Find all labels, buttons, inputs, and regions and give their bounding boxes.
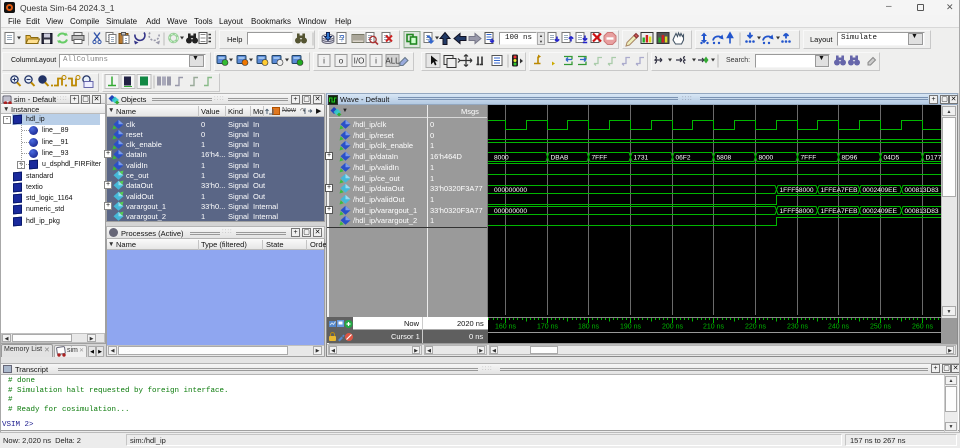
svg-text:i: i	[323, 57, 325, 66]
svg-text:180 ns: 180 ns	[578, 324, 600, 331]
svg-text:1FFEA7FEB: 1FFEA7FEB	[821, 208, 859, 215]
svg-text:06F2: 06F2	[676, 154, 691, 161]
svg-text:200 ns: 200 ns	[662, 324, 684, 331]
svg-text:04D5: 04D5	[884, 154, 900, 161]
svg-text:7FFF: 7FFF	[801, 154, 817, 161]
svg-text:D177: D177	[926, 154, 942, 161]
svg-text:220 ns: 220 ns	[745, 324, 767, 331]
svg-text:170 ns: 170 ns	[537, 324, 559, 331]
svg-text:230 ns: 230 ns	[787, 324, 809, 331]
svg-text:000000000: 000000000	[494, 187, 527, 194]
svg-text:0002409EE: 0002409EE	[863, 187, 898, 194]
svg-text:210 ns: 210 ns	[703, 324, 725, 331]
svg-text:0002409EE: 0002409EE	[863, 208, 898, 215]
svg-text:i: i	[375, 57, 377, 66]
svg-text:000000000: 000000000	[494, 208, 527, 215]
svg-text:240 ns: 240 ns	[828, 324, 850, 331]
svg-text:260 ns: 260 ns	[912, 324, 934, 331]
svg-text:ALL: ALL	[385, 57, 400, 66]
svg-text:8000: 8000	[494, 154, 509, 161]
svg-text:7FFF: 7FFF	[592, 154, 608, 161]
svg-text:000813D83: 000813D83	[905, 187, 939, 194]
svg-text:?: ?	[340, 34, 345, 44]
svg-text:000813D83: 000813D83	[905, 208, 939, 215]
svg-text:1FFF58000: 1FFF58000	[780, 187, 814, 194]
svg-text:5808: 5808	[717, 154, 732, 161]
svg-text:1731: 1731	[634, 154, 649, 161]
svg-text:o: o	[339, 57, 344, 66]
svg-text:190 ns: 190 ns	[620, 324, 642, 331]
svg-text:I/O: I/O	[354, 57, 365, 66]
svg-text:1FFEA7FEB: 1FFEA7FEB	[821, 187, 859, 194]
svg-text:1FFF58000: 1FFF58000	[780, 208, 814, 215]
svg-text:160 ns: 160 ns	[495, 324, 517, 331]
svg-text:8000: 8000	[759, 154, 774, 161]
svg-text:8D96: 8D96	[842, 154, 858, 161]
svg-text:250 ns: 250 ns	[870, 324, 892, 331]
svg-text:DBAB: DBAB	[551, 154, 570, 161]
